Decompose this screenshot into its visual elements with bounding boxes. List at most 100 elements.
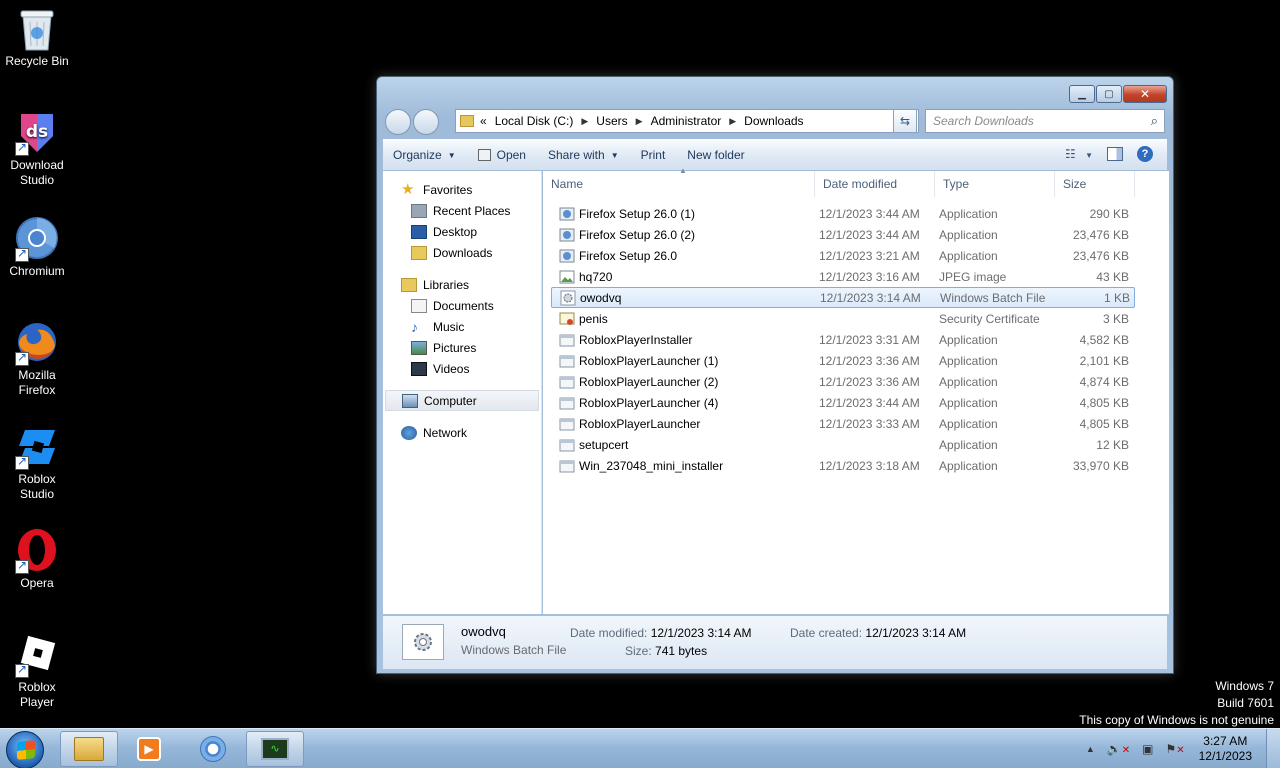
file-row[interactable]: RobloxPlayerLauncher (1) 12/1/2023 3:36 A…	[551, 350, 1135, 371]
volume-muted-icon[interactable]: 🔈✕	[1107, 742, 1130, 756]
nav-videos[interactable]: Videos	[383, 358, 541, 379]
new-folder-label: New folder	[687, 148, 745, 162]
breadcrumb-overflow[interactable]: «	[480, 114, 487, 128]
nav-pictures[interactable]: Pictures	[383, 337, 541, 358]
preview-pane-icon[interactable]	[1107, 147, 1123, 161]
taskbar-media-player-button[interactable]: ▶	[120, 731, 178, 767]
close-button[interactable]: ✕	[1123, 85, 1167, 103]
breadcrumb-local-disk[interactable]: Local Disk (C:)	[495, 114, 574, 128]
file-row[interactable]: hq720 12/1/2023 3:16 AM JPEG image 43 KB	[551, 266, 1135, 287]
nav-libraries[interactable]: Libraries	[383, 274, 541, 295]
file-date-cell: 12/1/2023 3:18 AM	[819, 458, 920, 473]
taskbar-explorer-button[interactable]	[60, 731, 118, 767]
file-type-cell: Application	[939, 353, 998, 368]
file-size-cell: 23,476 KB	[1072, 227, 1129, 242]
nav-recent-places[interactable]: Recent Places	[383, 200, 541, 221]
view-options-icon[interactable]: ☷ ▼	[1065, 147, 1093, 161]
file-type-icon	[559, 269, 579, 285]
nav-documents[interactable]: Documents	[383, 295, 541, 316]
file-name-cell: penis	[551, 311, 815, 327]
opera-icon	[15, 528, 59, 574]
breadcrumb-separator-icon[interactable]: ▶	[581, 116, 588, 127]
file-row[interactable]: Firefox Setup 26.0 (1) 12/1/2023 3:44 AM A…	[551, 203, 1135, 224]
file-name: setupcert	[579, 437, 629, 452]
column-header-size[interactable]: Size	[1055, 170, 1135, 197]
file-row[interactable]: setupcert Application 12 KB	[551, 434, 1135, 455]
show-desktop-button[interactable]	[1266, 729, 1280, 768]
file-name-cell: RobloxPlayerLauncher (4)	[551, 395, 815, 411]
nav-desktop[interactable]: Desktop	[383, 221, 541, 242]
file-name: RobloxPlayerLauncher (1)	[579, 353, 719, 368]
search-input[interactable]: Search Downloads ⌕	[925, 109, 1165, 133]
file-type-cell: Application	[939, 416, 998, 431]
nav-downloads[interactable]: Downloads	[383, 242, 541, 263]
print-button[interactable]: Print	[641, 148, 666, 162]
start-button[interactable]	[6, 731, 44, 768]
file-row[interactable]: RobloxPlayerLauncher (4) 12/1/2023 3:44 A…	[551, 392, 1135, 413]
breadcrumb-administrator[interactable]: Administrator	[651, 114, 722, 128]
file-date-cell: 12/1/2023 3:36 AM	[819, 353, 920, 368]
column-header-type[interactable]: Type	[935, 170, 1055, 197]
nav-label: Recent Places	[433, 203, 511, 218]
refresh-button[interactable]: ⇆	[893, 109, 917, 133]
desktop-icon-recycle-bin[interactable]: Recycle Bin	[0, 6, 74, 69]
file-row[interactable]: owodvq 12/1/2023 3:14 AM Windows Batch Fil…	[551, 287, 1135, 308]
desktop-icon-chromium[interactable]: Chromium	[0, 216, 74, 279]
nav-label: Downloads	[433, 245, 493, 260]
maximize-button[interactable]: ▢	[1096, 85, 1122, 103]
watermark-line: This copy of Windows is not genuine	[1079, 713, 1274, 727]
desktop-icon-roblox-player[interactable]: Roblox Player	[0, 632, 74, 710]
show-hidden-icons-icon[interactable]: ▲	[1086, 744, 1095, 754]
file-row[interactable]: Firefox Setup 26.0 (2) 12/1/2023 3:44 AM A…	[551, 224, 1135, 245]
address-bar[interactable]: « Local Disk (C:) ▶ Users ▶ Administrato…	[455, 109, 919, 133]
nav-computer[interactable]: Computer	[385, 390, 539, 411]
file-name: owodvq	[580, 290, 622, 305]
help-icon[interactable]: ?	[1137, 146, 1153, 162]
clock[interactable]: 3:27 AM 12/1/2023	[1199, 734, 1252, 764]
column-header-date-modified[interactable]: Date modified	[815, 170, 935, 197]
share-with-button[interactable]: Share with ▼	[548, 148, 619, 162]
action-center-flag-icon[interactable]: ⚑✕	[1165, 742, 1184, 756]
file-date-cell: 12/1/2023 3:14 AM	[820, 290, 921, 305]
open-button[interactable]: Open	[477, 148, 526, 162]
network-tray-icon[interactable]: ▣	[1142, 742, 1153, 756]
details-pane: owodvq Windows Batch File Date modified:…	[383, 615, 1167, 669]
desktop-icon-mozilla-firefox[interactable]: Mozilla Firefox	[0, 320, 74, 398]
details-value: 12/1/2023 3:14 AM	[650, 626, 752, 640]
network-icon	[401, 425, 417, 440]
details-value: 741 bytes	[655, 644, 708, 658]
desktop-icon-roblox-studio[interactable]: Roblox Studio	[0, 424, 74, 502]
taskbar-chromium-button[interactable]	[184, 731, 242, 767]
nav-network[interactable]: Network	[383, 422, 541, 443]
computer-icon	[402, 393, 418, 408]
file-row[interactable]: Win_237048_mini_installer 12/1/2023 3:18 …	[551, 455, 1135, 476]
star-icon: ★	[401, 180, 415, 198]
file-row[interactable]: penis Security Certificate 3 KB	[551, 308, 1135, 329]
file-size-cell: 2,101 KB	[1079, 353, 1129, 368]
desktop-icon-opera[interactable]: Opera	[0, 528, 74, 591]
breadcrumb-users[interactable]: Users	[596, 114, 627, 128]
organize-button[interactable]: Organize ▼	[393, 148, 456, 162]
back-button[interactable]	[385, 109, 411, 135]
minimize-button[interactable]: ▁	[1069, 85, 1095, 103]
file-row[interactable]: RobloxPlayerLauncher (2) 12/1/2023 3:36 A…	[551, 371, 1135, 392]
desktop-icon-download-studio[interactable]: ds Download Studio	[0, 110, 74, 188]
breadcrumb-separator-icon[interactable]: ▶	[636, 116, 643, 127]
breadcrumb-separator-icon[interactable]: ▶	[729, 116, 736, 127]
windows-watermark: Windows 7 Build 7601 This copy of Window…	[1079, 678, 1274, 729]
nav-favorites[interactable]: ★ Favorites	[383, 179, 541, 200]
file-row[interactable]: Firefox Setup 26.0 12/1/2023 3:21 AM Appli…	[551, 245, 1135, 266]
breadcrumb-downloads[interactable]: Downloads	[744, 114, 803, 128]
file-row[interactable]: RobloxPlayerLauncher 12/1/2023 3:33 AM App…	[551, 413, 1135, 434]
nav-label: Computer	[424, 393, 477, 408]
forward-button[interactable]	[413, 109, 439, 135]
system-tray: ▲ 🔈✕ ▣ ⚑✕ 3:27 AM 12/1/2023	[1080, 729, 1280, 768]
file-name: Firefox Setup 26.0	[579, 248, 678, 263]
search-icon[interactable]: ⌕	[1151, 113, 1158, 129]
taskbar-task-manager-button[interactable]: ∿	[246, 731, 304, 767]
new-folder-button[interactable]: New folder	[687, 148, 744, 162]
details-label: Size:	[625, 644, 652, 658]
nav-music[interactable]: ♪ Music	[383, 316, 541, 337]
task-manager-icon: ∿	[261, 738, 289, 760]
file-row[interactable]: RobloxPlayerInstaller 12/1/2023 3:31 AM Ap…	[551, 329, 1135, 350]
